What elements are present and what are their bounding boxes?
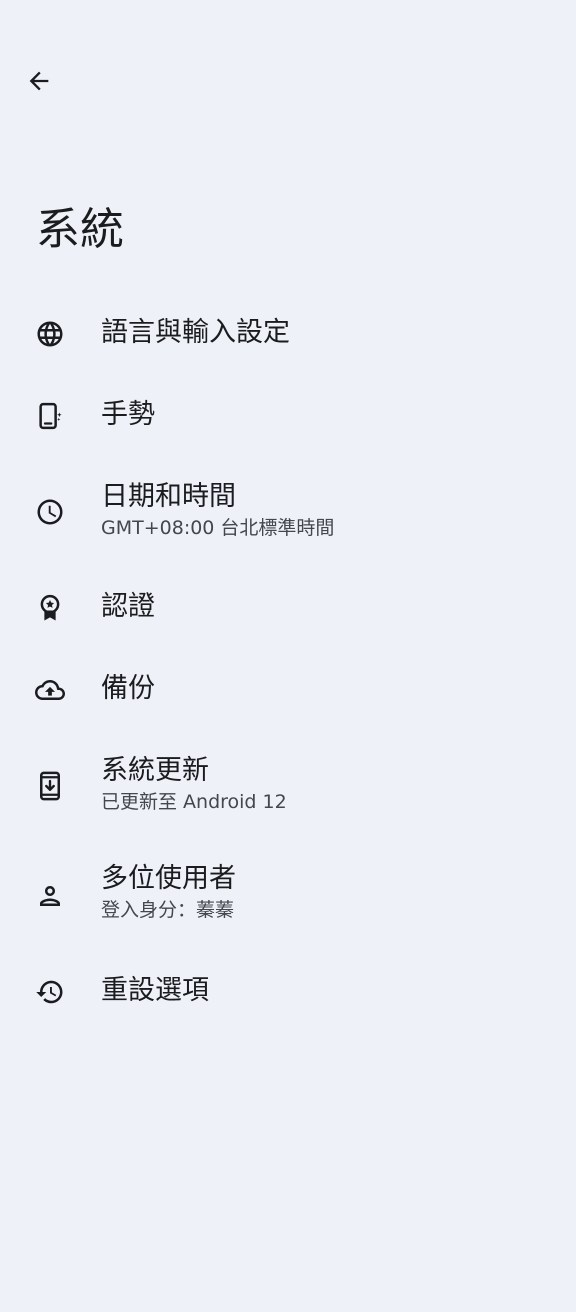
phone-gesture-icon — [34, 400, 66, 432]
setting-item-backup[interactable]: 備份 — [0, 668, 576, 712]
globe-icon — [34, 318, 66, 350]
setting-title: 語言與輸入設定 — [101, 317, 290, 348]
history-icon — [34, 976, 66, 1008]
setting-title: 備份 — [101, 673, 155, 704]
back-button[interactable] — [16, 58, 62, 104]
setting-title: 系統更新 — [101, 755, 209, 786]
setting-title: 多位使用者 — [101, 863, 236, 894]
setting-item-gestures[interactable]: 手勢 — [0, 394, 576, 438]
setting-item-system-update[interactable]: 系統更新 已更新至 Android 12 — [0, 754, 576, 818]
page-title: 系統 — [36, 204, 124, 255]
setting-title: 重設選項 — [101, 975, 209, 1006]
setting-title: 認證 — [101, 591, 155, 622]
setting-item-datetime[interactable]: 日期和時間 GMT+08:00 台北標準時間 — [0, 480, 576, 544]
setting-item-reset[interactable]: 重設選項 — [0, 970, 576, 1014]
setting-item-users[interactable]: 多位使用者 登入身分：蓁蓁 — [0, 862, 576, 926]
setting-item-language[interactable]: 語言與輸入設定 — [0, 312, 576, 356]
setting-subtitle: GMT+08:00 台北標準時間 — [101, 517, 335, 539]
certification-badge-icon — [34, 592, 66, 624]
clock-icon — [34, 496, 66, 528]
arrow-back-icon — [29, 71, 49, 91]
setting-item-certification[interactable]: 認證 — [0, 586, 576, 630]
setting-subtitle: 登入身分：蓁蓁 — [101, 899, 235, 921]
cloud-upload-icon — [34, 674, 66, 706]
system-update-icon — [34, 770, 66, 802]
person-icon — [34, 880, 66, 912]
setting-subtitle: 已更新至 Android 12 — [101, 791, 287, 813]
setting-title: 日期和時間 — [101, 481, 236, 512]
setting-title: 手勢 — [101, 399, 155, 430]
